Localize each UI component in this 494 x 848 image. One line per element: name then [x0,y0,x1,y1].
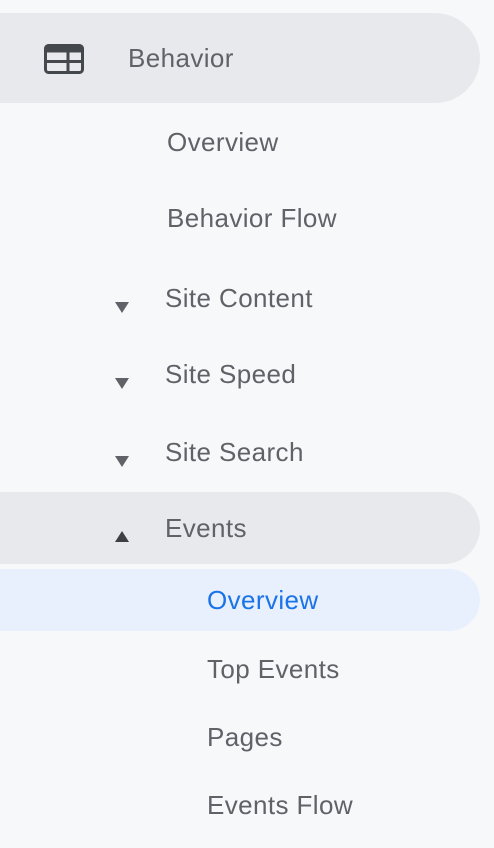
web-layout-icon [44,44,84,74]
nav-item-label: Behavior Flow [167,203,337,233]
nav-group-label: Site Content [165,283,313,313]
nav-group-label: Site Search [165,437,304,467]
caret-down-icon [114,290,130,313]
sidebar-nav: Behavior Overview Behavior Flow Site Con… [0,0,494,848]
nav-item-events-overview[interactable]: Overview [0,569,480,631]
caret-down-icon [114,366,130,389]
nav-item-overview[interactable]: Overview [0,112,480,172]
nav-group-site-speed[interactable]: Site Speed [0,344,480,404]
nav-group-site-content[interactable]: Site Content [0,268,480,328]
nav-item-label: Top Events [207,654,340,684]
nav-item-pages[interactable]: Pages [0,706,480,768]
nav-item-top-events[interactable]: Top Events [0,638,480,700]
nav-item-label: Events Flow [207,790,354,820]
nav-item-label: Overview [167,127,279,157]
caret-down-icon [114,444,130,467]
nav-group-label: Site Speed [165,359,297,389]
nav-item-label: Pages [207,722,283,752]
section-label: Behavior [128,43,234,73]
nav-group-site-search[interactable]: Site Search [0,422,480,482]
section-behavior[interactable]: Behavior [0,13,480,103]
nav-group-events[interactable]: Events [0,492,480,564]
caret-up-icon [114,520,130,542]
nav-item-behavior-flow[interactable]: Behavior Flow [0,188,480,248]
nav-item-label: Overview [207,585,319,615]
nav-item-events-flow[interactable]: Events Flow [0,774,480,836]
nav-group-label: Events [165,513,247,543]
